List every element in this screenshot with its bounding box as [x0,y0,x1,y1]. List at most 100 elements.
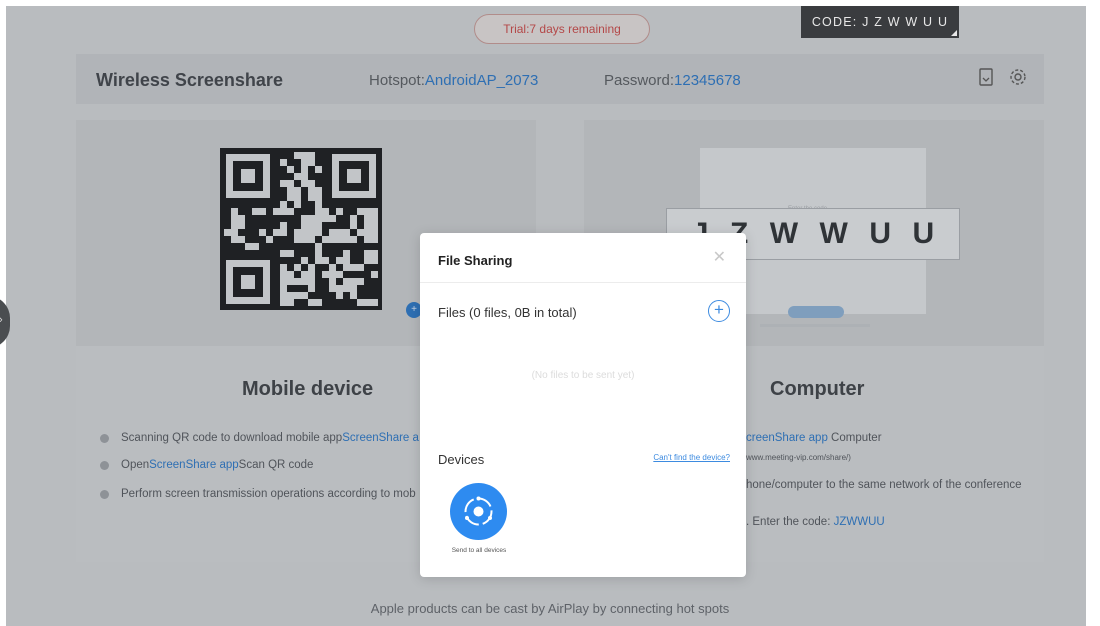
send-to-all-devices-button[interactable] [450,483,507,540]
qr-module [301,180,308,187]
mobile-step: Perform screen transmission operations a… [100,488,416,500]
qr-module [280,208,287,215]
qr-module [350,292,357,299]
screenshare-link[interactable]: creenShare app [746,432,828,444]
qr-module [343,236,350,243]
chevron-right-icon: › [0,314,3,326]
close-icon[interactable]: ✕ [713,247,726,267]
plus-circle-icon[interactable]: + [708,300,730,322]
qr-module [280,222,287,229]
qr-module [315,243,322,250]
screenshare-link[interactable]: ScreenShare a [342,432,419,444]
qr-module [371,250,378,257]
qr-module [308,180,315,187]
code-link: JZWWUU [833,516,885,528]
qr-module [287,250,294,257]
file-icon[interactable] [976,68,996,88]
gear-icon[interactable] [1008,68,1028,88]
qr-module [308,285,315,292]
code-letter: U [912,217,935,250]
qr-module [259,229,266,236]
qr-module [294,173,301,180]
qr-module [336,292,343,299]
qr-module [322,257,329,264]
divider [420,282,746,283]
qr-module [329,285,336,292]
qr-module [336,229,343,236]
qr-module [322,208,329,215]
qr-module [301,278,308,285]
files-label: Files (0 files, 0B in total) [438,305,577,320]
qr-module [315,222,322,229]
qr-module [315,201,322,208]
qr-module [329,236,336,243]
step-text: Open [121,459,150,471]
qr-module [301,166,308,173]
qr-module [350,285,357,292]
qr-module [308,152,315,159]
cant-find-device-link[interactable]: Can't find the device? [653,453,730,462]
qr-module [336,285,343,292]
qr-module [287,180,294,187]
qr-module [322,271,329,278]
qr-module [301,236,308,243]
qr-module [343,278,350,285]
qr-module [350,264,357,271]
step-text: Scan QR code [238,459,314,471]
qr-module [252,243,259,250]
qr-module [287,278,294,285]
screenshare-link[interactable]: ScreenShare app [149,459,239,471]
qr-module [287,187,294,194]
qr-module [315,187,322,194]
qr-module [315,257,322,264]
qr-module [294,292,301,299]
broadcast-icon [464,496,493,526]
qr-module [308,229,315,236]
qr-module [343,250,350,257]
qr-module [238,215,245,222]
qr-module [266,236,273,243]
qr-module [315,229,322,236]
qr-module [231,229,238,236]
hotspot-info: Hotspot:AndroidAP_2073 [369,72,538,89]
qr-module [287,208,294,215]
qr-module [308,215,315,222]
qr-module [301,271,308,278]
qr-module [224,229,231,236]
qr-module [364,208,371,215]
code-text: CODE: J Z W W U U [811,15,949,29]
qr-module [238,236,245,243]
qr-module [371,299,378,306]
empty-files-note: (No files to be sent yet) [531,370,635,381]
password-info: Password:12345678 [604,72,741,89]
qr-finder [226,260,270,304]
step-text: . Enter the code: [746,516,834,528]
qr-module [287,299,294,306]
qr-module [350,222,357,229]
qr-module [336,271,343,278]
qr-module [301,159,308,166]
qr-module [364,222,371,229]
qr-module [287,292,294,299]
qr-module [294,187,301,194]
qr-module [329,278,336,285]
qr-module [371,208,378,215]
qr-module [357,229,364,236]
computer-step: hone/computer to the same network of the… [746,479,1022,491]
qr-module [357,299,364,306]
computer-heading: Computer [770,378,865,400]
qr-module [301,222,308,229]
code-badge: CODE: J Z W W U U [801,6,959,38]
qr-module [294,236,301,243]
qr-module [231,222,238,229]
computer-step: creenShare app Computer [746,432,882,444]
qr-module [308,299,315,306]
step-text: hone/computer to the same network of the… [746,479,1022,491]
qr-module [280,292,287,299]
qr-module [364,250,371,257]
qr-module [308,194,315,201]
mobile-heading: Mobile device [242,378,374,400]
qr-module [364,236,371,243]
qr-code [220,148,382,310]
qr-module [357,208,364,215]
